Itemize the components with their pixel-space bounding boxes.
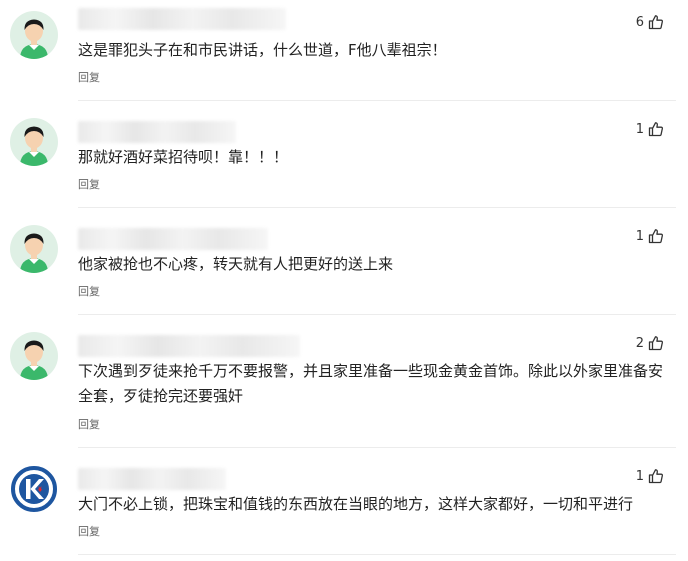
thumbs-up-icon [648,122,663,137]
divider [78,314,676,315]
avatar[interactable] [10,225,58,273]
comment-text: 这是罪犯头子在和市民讲话，什么世道，F他八辈祖宗！ [78,41,447,59]
username-redacted [78,228,268,250]
like-button[interactable]: 1 [636,466,664,486]
thumbs-up-icon [648,469,663,484]
avatar[interactable] [10,118,58,166]
username-redacted [78,468,226,490]
comment-text: 他家被抢也不心疼，转天就有人把更好的送上来 [78,255,394,273]
avatar[interactable] [10,332,58,380]
like-button[interactable]: 2 [636,333,664,353]
user-avatar-icon [20,340,48,380]
comment-text: 那就好酒好菜招待呗！靠！！！ [78,148,289,166]
reply-link[interactable]: 回复 [78,416,100,432]
username-redacted [78,121,236,143]
username-redacted [78,8,286,30]
like-button[interactable]: 6 [636,12,664,32]
comment-text: 下次遇到歹徒来抢千万不要报警，并且家里准备一些现金黄金首饰。除此以外家里准备安全… [78,362,664,405]
username-redacted [78,335,300,357]
avatar[interactable] [10,465,58,513]
divider [78,207,676,208]
thumbs-up-icon [648,15,663,30]
like-button[interactable]: 1 [636,226,664,246]
like-count: 1 [635,468,644,484]
user-avatar-icon [20,19,48,59]
like-count: 2 [635,335,644,351]
like-count: 1 [635,228,644,244]
divider [78,100,676,101]
avatar[interactable] [10,11,58,59]
comment-text: 大门不必上锁，把珠宝和值钱的东西放在当眼的地方，这样大家都好，一切和平进行 [78,495,634,513]
like-button[interactable]: 1 [636,119,664,139]
like-count: 6 [635,14,644,30]
reply-link[interactable]: 回复 [78,176,100,192]
brand-logo-icon [11,466,57,512]
thumbs-up-icon [648,229,663,244]
like-count: 1 [635,121,644,137]
user-avatar-icon [20,126,48,166]
reply-link[interactable]: 回复 [78,69,100,85]
divider [78,554,676,555]
thumbs-up-icon [648,336,663,351]
reply-link[interactable]: 回复 [78,523,100,539]
reply-link[interactable]: 回复 [78,283,100,299]
divider [78,447,676,448]
user-avatar-icon [20,233,48,273]
